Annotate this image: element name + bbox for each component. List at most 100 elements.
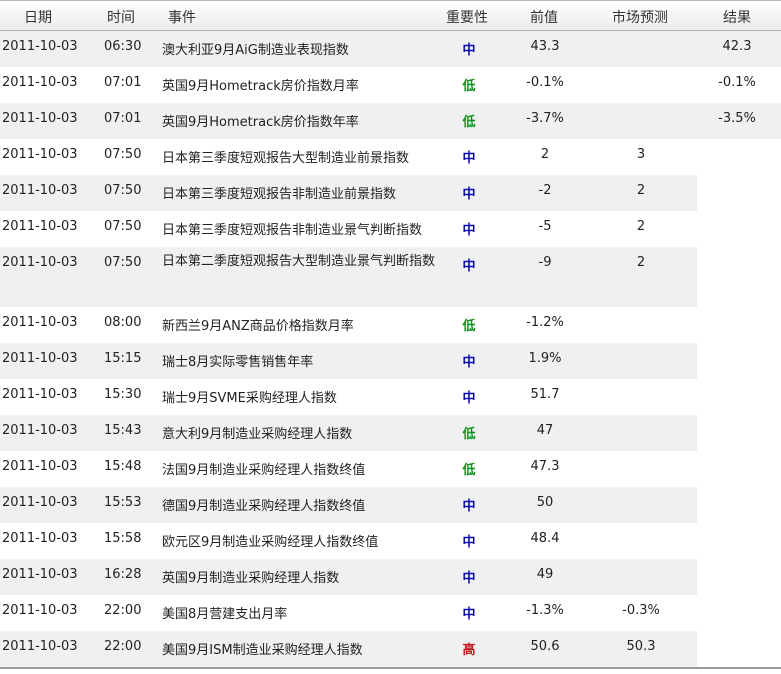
row-event[interactable]: 澳大利亚9月AiG制造业表现指数 [162,39,349,58]
row-date: 2011-10-03 [2,219,78,234]
header-previous[interactable]: 前值 [530,7,558,27]
row-time: 16:28 [104,567,142,582]
row-event[interactable]: 新西兰9月ANZ商品价格指数月率 [162,315,354,334]
row-time: 07:01 [104,111,142,126]
row-time: 07:01 [104,75,142,90]
row-importance: 中 [462,223,476,238]
row-importance: 中 [462,535,476,550]
row-previous: 2 [540,147,550,162]
calendar-table-body: 2011-10-03 06:30 澳大利亚9月AiG制造业表现指数中 43.3 42.3… [0,31,781,667]
table-row[interactable]: 2011-10-03 07:50 日本第二季度短观报告大型制造业景气判断指数中 -9 2 [0,247,781,307]
row-time: 15:58 [104,531,142,546]
table-row[interactable]: 2011-10-03 07:01 英国9月Hometrack房价指数年率 低 -3.7%… [0,103,781,139]
row-importance: 高 [462,643,476,658]
row-previous: 50.6 [530,639,560,654]
row-event[interactable]: 瑞士8月实际零售销售年率 [162,351,313,370]
row-previous: 50 [536,495,554,510]
row-event[interactable]: 欧元区9月制造业采购经理人指数终值 [162,531,378,550]
header-importance[interactable]: 重要性 [446,7,488,27]
row-event[interactable]: 意大利9月制造业采购经理人指数 [162,423,352,442]
row-forecast: -0.3% [622,603,660,618]
row-time: 22:00 [104,603,142,618]
row-date: 2011-10-03 [2,423,78,438]
row-time: 15:30 [104,387,142,402]
row-event[interactable]: 日本第三季度短观报告非制造业前景指数 [162,183,396,202]
table-row[interactable]: 2011-10-03 07:50 日本第三季度短观报告非制造业景气判断指数 中 -5 2 [0,211,781,247]
row-result: 42.3 [722,39,752,54]
row-previous: 47.3 [530,459,560,474]
table-row[interactable]: 2011-10-03 15:30 瑞士9月SVME采购经理人指数 中 51.7 [0,379,781,415]
header-date[interactable]: 日期 [24,7,52,27]
row-event[interactable]: 日本第二季度短观报告大型制造业景气判断指数 [162,250,447,274]
row-event[interactable]: 英国9月制造业采购经理人指数 [162,567,339,586]
row-date: 2011-10-03 [2,75,78,90]
row-event[interactable]: 德国9月制造业采购经理人指数终值 [162,495,365,514]
row-time: 07:50 [104,147,142,162]
row-previous: -3.7% [526,111,564,126]
header-event[interactable]: 事件 [168,7,196,27]
row-importance: 中 [462,151,476,166]
row-time: 07:50 [104,183,142,198]
table-row[interactable]: 2011-10-03 07:50 日本第三季度短观报告大型制造业前景指数 中 2 3 [0,139,781,175]
header-result[interactable]: 结果 [723,7,751,27]
table-row[interactable]: 2011-10-03 16:28 英国9月制造业采购经理人指数 中 49 [0,559,781,595]
row-previous: -2 [538,183,552,198]
table-row[interactable]: 2011-10-03 15:48 法国9月制造业采购经理人指数终值 低 47.3 [0,451,781,487]
row-time: 15:53 [104,495,142,510]
row-date: 2011-10-03 [2,495,78,510]
table-row[interactable]: 2011-10-03 15:15 瑞士8月实际零售销售年率 中 1.9% [0,343,781,379]
row-importance: 中 [462,391,476,406]
row-previous: 51.7 [530,387,560,402]
header-time[interactable]: 时间 [107,7,135,27]
row-date: 2011-10-03 [2,183,78,198]
row-date: 2011-10-03 [2,459,78,474]
row-previous: -1.2% [526,315,564,330]
row-event[interactable]: 美国9月ISM制造业采购经理人指数 [162,639,363,658]
row-importance: 低 [462,427,476,442]
row-event[interactable]: 日本第三季度短观报告非制造业景气判断指数 [162,219,422,238]
row-importance: 中 [462,43,476,58]
table-row[interactable]: 2011-10-03 15:53 德国9月制造业采购经理人指数终值 中 50 [0,487,781,523]
row-previous: -1.3% [526,603,564,618]
table-row[interactable]: 2011-10-03 07:01 英国9月Hometrack房价指数月率 低 -0.1%… [0,67,781,103]
row-importance: 中 [462,607,476,622]
row-date: 2011-10-03 [2,255,78,270]
row-time: 06:30 [104,39,142,54]
table-row[interactable]: 2011-10-03 15:43 意大利9月制造业采购经理人指数 低 47 [0,415,781,451]
row-forecast: 2 [636,219,646,234]
row-date: 2011-10-03 [2,147,78,162]
row-importance: 中 [462,259,476,274]
table-row[interactable]: 2011-10-03 22:00 美国8月营建支出月率 中 -1.3% -0.3% [0,595,781,631]
row-event[interactable]: 英国9月Hometrack房价指数年率 [162,111,359,130]
row-forecast: 50.3 [626,639,656,654]
row-previous: -5 [538,219,552,234]
row-forecast: 2 [636,255,646,270]
row-previous: -0.1% [526,75,564,90]
table-row[interactable]: 2011-10-03 07:50 日本第三季度短观报告非制造业前景指数 中 -2 2 [0,175,781,211]
row-time: 15:48 [104,459,142,474]
row-importance: 低 [462,115,476,130]
row-importance: 中 [462,571,476,586]
row-date: 2011-10-03 [2,39,78,54]
row-time: 22:00 [104,639,142,654]
table-row[interactable]: 2011-10-03 08:00 新西兰9月ANZ商品价格指数月率 低 -1.2% [0,307,781,343]
bottom-border [0,667,781,669]
header-forecast[interactable]: 市场预测 [612,7,668,27]
table-header: 日期 时间 事件 重要性 前值 市场预测 结果 [0,1,781,31]
table-row[interactable]: 2011-10-03 06:30 澳大利亚9月AiG制造业表现指数 中 43.3 42.3 [0,31,781,67]
row-event[interactable]: 日本第三季度短观报告大型制造业前景指数 [162,147,409,166]
row-date: 2011-10-03 [2,387,78,402]
row-event[interactable]: 法国9月制造业采购经理人指数终值 [162,459,365,478]
row-event[interactable]: 美国8月营建支出月率 [162,603,287,622]
row-previous: 1.9% [528,351,562,366]
row-importance: 低 [462,79,476,94]
row-date: 2011-10-03 [2,111,78,126]
table-row[interactable]: 2011-10-03 22:00 美国9月ISM制造业采购经理人指数 高 50.6 50.… [0,631,781,667]
row-result: -3.5% [718,111,756,126]
table-row[interactable]: 2011-10-03 15:58 欧元区9月制造业采购经理人指数终值 中 48.4 [0,523,781,559]
row-event[interactable]: 瑞士9月SVME采购经理人指数 [162,387,337,406]
row-event[interactable]: 英国9月Hometrack房价指数月率 [162,75,359,94]
row-importance: 中 [462,187,476,202]
row-date: 2011-10-03 [2,531,78,546]
row-previous: 49 [536,567,554,582]
